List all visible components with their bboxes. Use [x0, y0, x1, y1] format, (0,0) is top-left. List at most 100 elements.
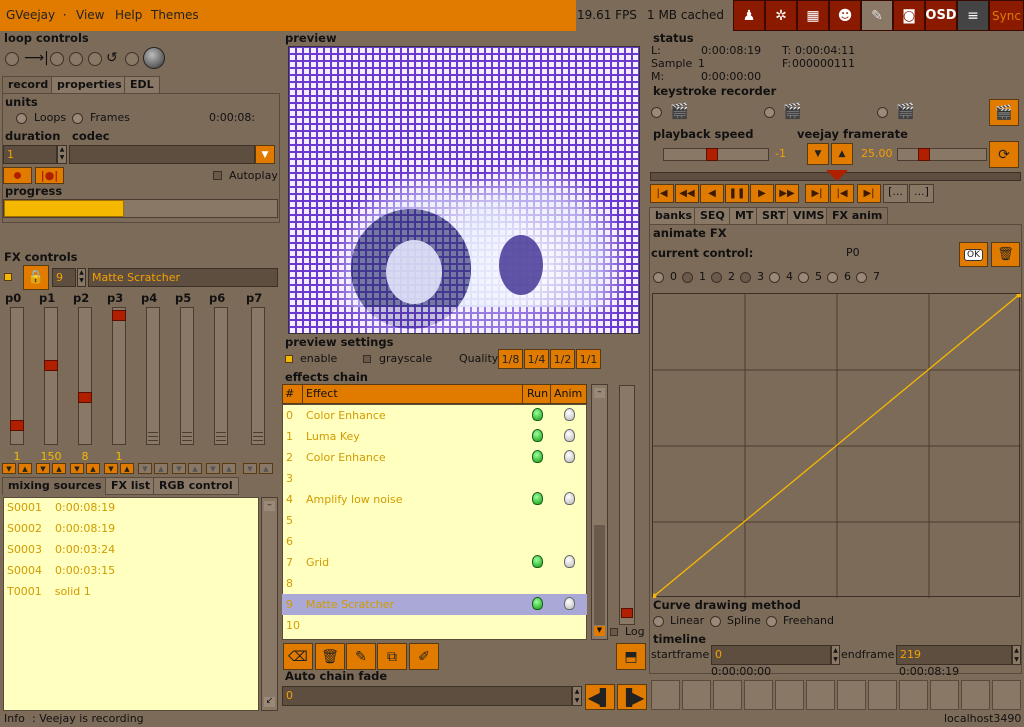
chain-row[interactable]: 9 Matte Scratcher — [282, 594, 587, 615]
chain-header-num[interactable]: # — [285, 387, 294, 400]
sources-scrollbar[interactable]: – ↙ — [261, 497, 278, 711]
fx-param-down-button[interactable]: ▼ — [2, 463, 16, 474]
tab-mt[interactable]: MT — [729, 207, 760, 225]
preview-enable-checkbox[interactable] — [285, 355, 293, 363]
duration-spin[interactable]: ▲ ▼ — [57, 145, 67, 164]
framerate-up-button[interactable]: ▲ — [831, 143, 853, 165]
chain-paste-icon[interactable]: ✐ — [409, 643, 439, 670]
keystroke-radio-1[interactable] — [651, 107, 662, 118]
run-toggle-icon[interactable] — [532, 450, 543, 463]
startframe-spin[interactable]: ▲ ▼ — [831, 645, 840, 665]
keystroke-clapper-icon[interactable]: 🎬 — [670, 102, 689, 120]
anim-param-radio-1[interactable] — [682, 272, 693, 283]
chain-row[interactable]: 8 — [282, 573, 587, 594]
anim-toggle-icon[interactable] — [564, 555, 575, 568]
tab-fx-anim[interactable]: FX anim — [826, 207, 889, 225]
source-item[interactable]: S0001 0:00:08:19 — [7, 501, 115, 514]
fx-param-down-button[interactable]: ▼ — [138, 463, 152, 474]
curve-editor[interactable] — [651, 292, 1022, 599]
anim-toggle-icon[interactable] — [564, 450, 575, 463]
prev-frame-button[interactable]: |◀ — [830, 184, 854, 203]
pen-icon[interactable]: ✎ — [861, 0, 893, 31]
fx-entry-field[interactable]: 9 — [52, 268, 76, 287]
curve-freehand-radio[interactable] — [766, 616, 777, 627]
fade-spin[interactable]: ▲ ▼ — [572, 686, 582, 706]
chain-row[interactable]: 0 Color Enhance — [282, 405, 587, 426]
framerate-reset-button[interactable]: ⟳ — [989, 141, 1019, 168]
chain-trash-icon[interactable]: 🗑 — [315, 643, 345, 670]
fx-param-up-button[interactable]: ▲ — [120, 463, 134, 474]
goto-end-button[interactable]: ▶| — [805, 184, 829, 203]
auto-chain-fade-field[interactable]: 0 — [282, 686, 572, 706]
sample-cell[interactable] — [744, 680, 773, 710]
anim-param-radio-4[interactable] — [769, 272, 780, 283]
fx-param-slider-p7[interactable] — [251, 307, 265, 445]
fx-param-knob-p1[interactable] — [44, 360, 58, 371]
loop-pingpong-icon[interactable] — [69, 52, 83, 66]
fx-param-up-button[interactable]: ▲ — [52, 463, 66, 474]
chain-row[interactable]: 10 — [282, 615, 587, 636]
fade-level-slider[interactable] — [619, 385, 635, 625]
sample-cell[interactable] — [961, 680, 990, 710]
sample-cell[interactable] — [899, 680, 928, 710]
chain-header-run[interactable]: Run — [527, 387, 548, 400]
chain-header-anim[interactable]: Anim — [554, 387, 582, 400]
anim-param-radio-6[interactable] — [827, 272, 838, 283]
speed-slider-track[interactable] — [663, 148, 769, 161]
source-item[interactable]: T0001 solid 1 — [7, 585, 91, 598]
fx-enable-checkbox[interactable] — [4, 273, 12, 281]
fx-param-down-button[interactable]: ▼ — [172, 463, 186, 474]
sample-cell[interactable] — [806, 680, 835, 710]
chain-row[interactable]: 3 — [282, 468, 587, 489]
chain-copy-icon[interactable]: ⧉ — [377, 643, 407, 670]
play-backward-button[interactable]: ◀ — [700, 184, 724, 203]
anim-toggle-icon[interactable] — [564, 492, 575, 505]
tab-fx-list[interactable]: FX list — [105, 477, 157, 495]
bug-icon[interactable]: ✲ — [765, 0, 797, 31]
fast-forward-button[interactable]: ▶▶ — [775, 184, 799, 203]
position-marker-icon[interactable] — [826, 170, 848, 181]
fx-param-knob-p0[interactable] — [10, 420, 24, 431]
anim-param-radio-5[interactable] — [798, 272, 809, 283]
run-toggle-icon[interactable] — [532, 555, 543, 568]
next-frame-button[interactable]: ▶| — [857, 184, 881, 203]
fade-right-button[interactable]: ▐▶ — [617, 684, 647, 710]
curve-spline-radio[interactable] — [710, 616, 721, 627]
loop-once-icon[interactable] — [125, 52, 139, 66]
grayscale-checkbox[interactable] — [363, 355, 371, 363]
anim-toggle-icon[interactable] — [564, 408, 575, 421]
camera-icon[interactable]: ◙ — [893, 0, 925, 31]
puppet-icon[interactable]: ♟ — [733, 0, 765, 31]
tab-banks[interactable]: banks — [649, 207, 698, 225]
sample-cell[interactable] — [682, 680, 711, 710]
source-item[interactable]: S0003 0:00:03:24 — [7, 543, 115, 556]
record-button[interactable] — [3, 167, 32, 184]
sample-cell[interactable] — [930, 680, 959, 710]
chain-row[interactable]: 2 Color Enhance — [282, 447, 587, 468]
fast-rewind-button[interactable]: ◀◀ — [675, 184, 699, 203]
sample-cell[interactable] — [992, 680, 1021, 710]
anim-toggle-icon[interactable] — [564, 597, 575, 610]
quality-1-8-button[interactable]: 1/8 — [498, 349, 523, 369]
fx-param-slider-p3[interactable] — [112, 307, 126, 445]
fade-left-button[interactable]: ◀▌ — [585, 684, 615, 710]
tab-vims[interactable]: VIMS — [787, 207, 831, 225]
marker-start-button[interactable]: [... — [883, 184, 908, 203]
chain-header-effect[interactable]: Effect — [306, 387, 338, 400]
fx-param-up-button[interactable]: ▲ — [18, 463, 32, 474]
tab-properties[interactable]: properties — [51, 76, 128, 94]
fx-param-up-button[interactable]: ▲ — [86, 463, 100, 474]
keystroke-play-icon[interactable]: 🎬 — [896, 102, 915, 120]
record-stop-button[interactable]: |●| — [35, 167, 64, 184]
tab-seq[interactable]: SEQ — [694, 207, 731, 225]
speed-slider-knob[interactable] — [706, 148, 718, 161]
sync-button[interactable]: Sync — [989, 0, 1024, 31]
anim-param-radio-7[interactable] — [856, 272, 867, 283]
osd-button[interactable]: OSD — [925, 0, 957, 31]
menu-view[interactable]: View — [76, 8, 104, 22]
fx-lock-button[interactable]: 🔒 — [23, 265, 49, 290]
log-checkbox[interactable] — [610, 628, 618, 636]
fx-param-knob-p2[interactable] — [78, 392, 92, 403]
chain-row[interactable]: 4 Amplify low noise — [282, 489, 587, 510]
anim-param-radio-3[interactable] — [740, 272, 751, 283]
